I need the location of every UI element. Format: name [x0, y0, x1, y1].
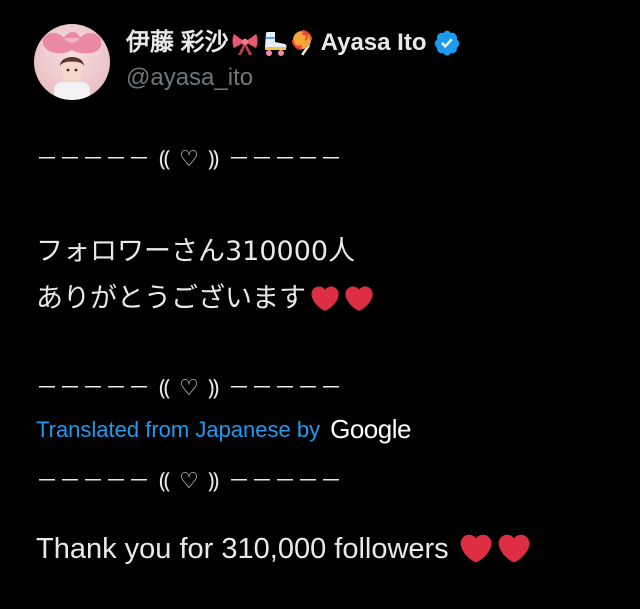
author-names: 伊藤 彩沙 Ayasa Ito @ayasa_ito — [126, 26, 461, 93]
translated-from-link[interactable]: Translated from Japanese by — [36, 417, 320, 443]
verified-badge-icon[interactable] — [433, 29, 461, 57]
display-name[interactable]: 伊藤 彩沙 — [126, 31, 229, 55]
translated-text-content: Thank you for 310,000 followers — [36, 532, 449, 565]
decorative-divider: －－－－－ ⸨ ♡ ⸩ －－－－－ — [36, 469, 344, 494]
red-heart-icon — [497, 532, 531, 566]
original-line-2: ありがとうございます — [36, 275, 374, 322]
lollipop-emoji-icon — [291, 29, 319, 57]
author-handle[interactable]: @ayasa_ito — [126, 64, 461, 93]
original-line-1: フォロワーさん310000人 — [36, 236, 356, 267]
original-line-2-text: ありがとうございます — [36, 283, 306, 314]
display-name-row[interactable]: 伊藤 彩沙 Ayasa Ito — [126, 26, 461, 60]
display-name-latin[interactable]: Ayasa Ito — [321, 31, 427, 55]
red-heart-icon — [310, 284, 340, 314]
avatar[interactable] — [34, 24, 110, 100]
original-text: フォロワーさん310000人 ありがとうございます — [36, 228, 374, 322]
ribbon-emoji-icon — [231, 29, 259, 57]
red-heart-icon — [459, 532, 493, 566]
google-logo: Google — [330, 414, 411, 444]
red-heart-icon — [344, 284, 374, 314]
tweet-header: 伊藤 彩沙 Ayasa Ito @ayasa_ito — [34, 24, 461, 100]
roller-skate-emoji-icon — [261, 29, 289, 57]
translation-attribution: Translated from Japanese by Google — [36, 414, 411, 445]
decorative-divider: －－－－－ ⸨ ♡ ⸩ －－－－－ — [36, 376, 344, 401]
decorative-divider: －－－－－ ⸨ ♡ ⸩ －－－－－ — [36, 147, 344, 172]
tweet-card: 伊藤 彩沙 Ayasa Ito @ayasa_ito －－－－－ ⸨ ♡ ⸩ －… — [0, 0, 640, 609]
translated-text: Thank you for 310,000 followers — [36, 532, 531, 566]
